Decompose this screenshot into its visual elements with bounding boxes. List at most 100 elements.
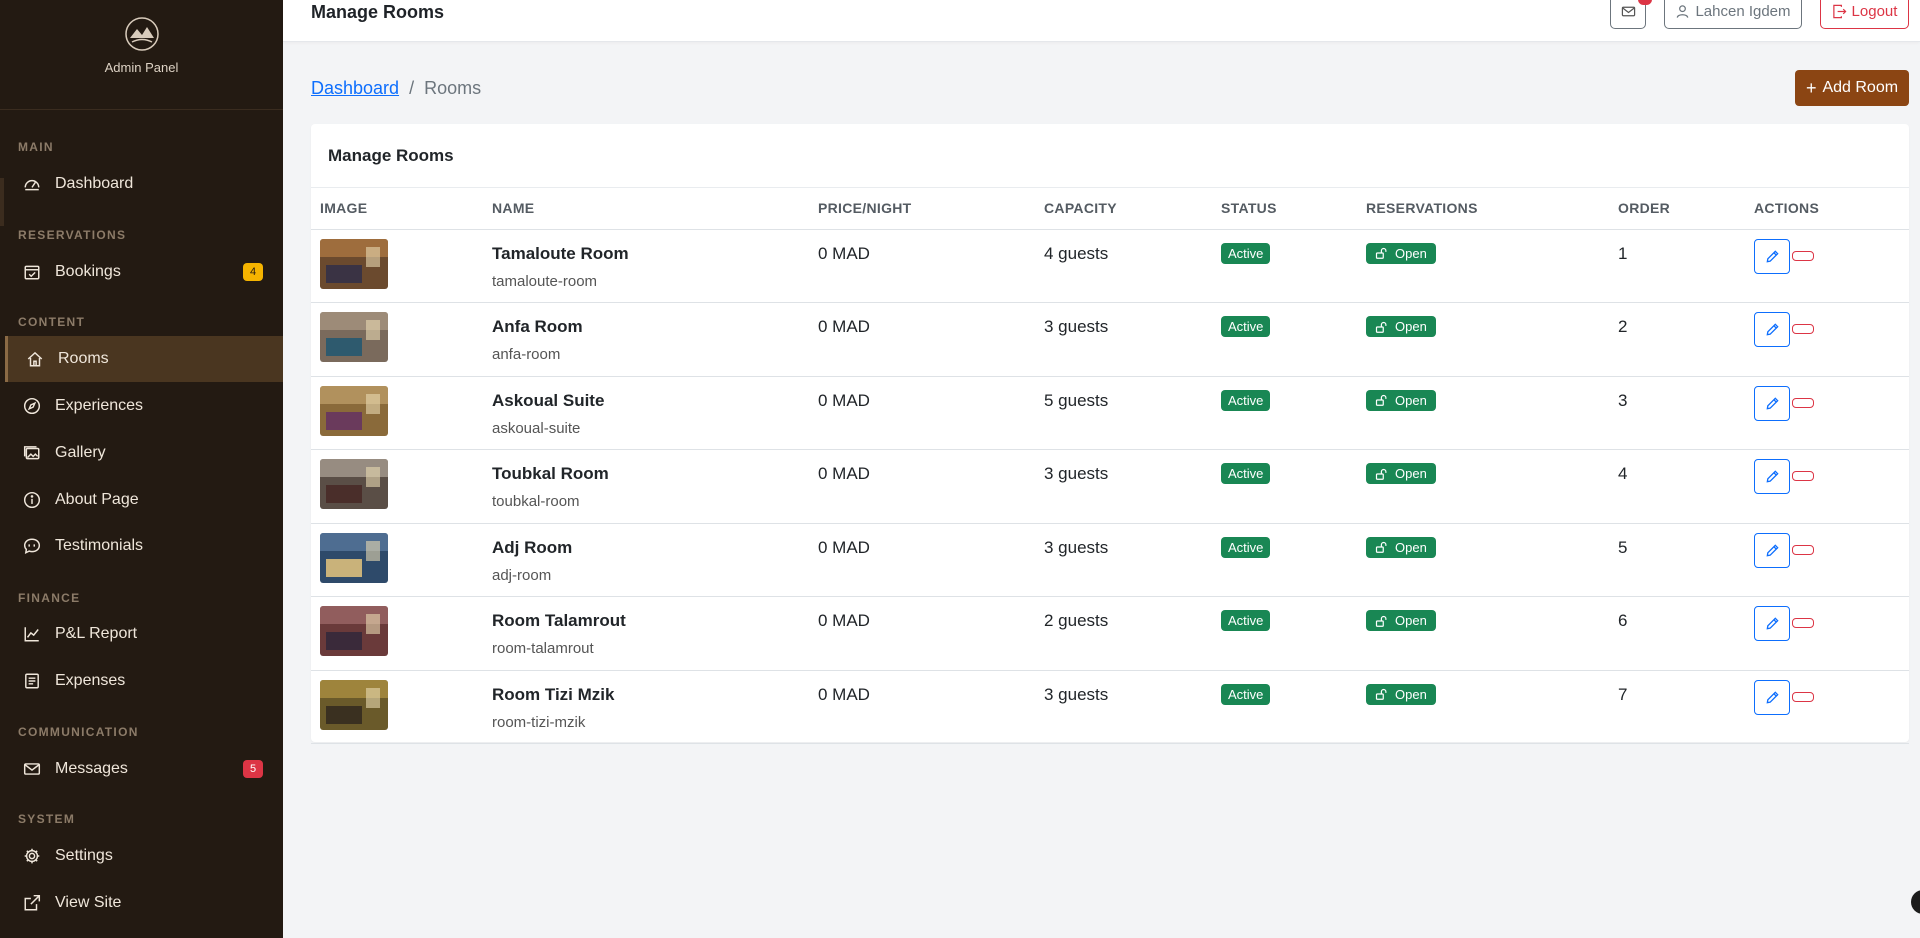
edit-room-button[interactable] [1754, 385, 1790, 421]
edit-room-button[interactable] [1754, 238, 1790, 274]
sidebar: Admin Panel MAIN Dashboard RESERVATIONS … [0, 0, 283, 938]
edit-room-button[interactable] [1754, 606, 1790, 641]
sidebar-item-dashboard[interactable]: Dashboard [5, 161, 283, 207]
room-name: Tamaloute Room [492, 243, 629, 263]
reservations-badge: Open [1366, 242, 1436, 264]
sidebar-item-gallery[interactable]: Gallery [5, 430, 283, 476]
delete-room-button[interactable] [1792, 324, 1814, 334]
name-cell: Tamaloute Room tamaloute-room [483, 229, 809, 303]
breadcrumb-dashboard-link[interactable]: Dashboard [311, 78, 399, 99]
logout-button[interactable]: Logout [1820, 0, 1909, 29]
add-room-button[interactable]: + Add Room [1795, 70, 1909, 106]
delete-room-button[interactable] [1792, 618, 1814, 628]
edit-room-button[interactable] [1754, 459, 1790, 494]
status-badge: Active [1221, 242, 1271, 264]
status-cell: Active [1212, 523, 1357, 597]
delete-room-button[interactable] [1792, 544, 1814, 555]
logout-label: Logout [1851, 3, 1898, 20]
delete-room-button[interactable] [1792, 471, 1814, 481]
house-icon [24, 348, 46, 370]
edit-room-button[interactable] [1754, 679, 1790, 715]
sidebar-item-rooms[interactable]: Rooms [5, 336, 283, 382]
page-title: Manage Rooms [311, 2, 445, 22]
sidebar-item-about[interactable]: About Page [5, 477, 283, 523]
order-cell: 1 [1609, 229, 1745, 303]
floating-widget-button[interactable] [1911, 890, 1920, 914]
actions-cell [1745, 302, 1909, 377]
order-cell: 5 [1609, 523, 1745, 597]
room-name: Toubkal Room [492, 464, 609, 483]
name-cell: Room Tizi Mzik room-tizi-mzik [483, 670, 809, 744]
sidebar-item-label: Testimonials [55, 537, 144, 554]
brand-logo-icon [124, 17, 159, 51]
column-header: RESERVATIONS [1357, 188, 1609, 230]
sidebar-item-messages[interactable]: Messages 5 [5, 746, 283, 792]
scroll-marker [0, 178, 4, 226]
person-icon [1677, 5, 1689, 18]
price-cell: 0 MAD [809, 523, 1035, 597]
sidebar-item-settings[interactable]: Settings [5, 833, 283, 879]
delete-room-button[interactable] [1792, 250, 1814, 261]
room-price: 0 MAD [818, 537, 870, 557]
sidebar-brand[interactable]: Admin Panel [0, 0, 283, 110]
room-thumbnail [320, 238, 388, 289]
section-finance: FINANCE [18, 591, 81, 605]
column-header: CAPACITY [1035, 188, 1212, 230]
room-capacity: 3 guests [1044, 464, 1109, 483]
reservations-badge: Open [1366, 316, 1436, 337]
edit-room-button[interactable] [1754, 532, 1790, 568]
order-cell: 3 [1609, 376, 1745, 450]
room-price: 0 MAD [818, 243, 870, 263]
edit-room-button[interactable] [1754, 312, 1790, 347]
rooms-table-body: Tamaloute Room tamaloute-room 0 MAD 4 gu… [311, 229, 1909, 744]
reservations-cell: Open [1357, 302, 1609, 377]
status-cell: Active [1212, 229, 1357, 303]
sidebar-item-pl-report[interactable]: P&L Report [5, 611, 283, 657]
table-row: Tamaloute Room tamaloute-room 0 MAD 4 gu… [311, 229, 1909, 303]
delete-room-button[interactable] [1792, 691, 1814, 702]
room-slug: tamaloute-room [492, 272, 598, 290]
sidebar-item-label: Settings [55, 847, 113, 864]
section-content: CONTENT [18, 315, 86, 329]
pencil-icon [1766, 323, 1779, 336]
sidebar-item-expenses[interactable]: Expenses [5, 658, 283, 704]
user-profile-button[interactable]: Lahcen Igdem [1664, 0, 1802, 29]
order-cell: 6 [1609, 596, 1745, 671]
room-slug: anfa-room [492, 346, 561, 363]
breadcrumb: Dashboard / Rooms [311, 78, 481, 99]
topbar: Manage Rooms Lahcen Igdem Logout [283, 0, 1920, 42]
status-badge: Active [1221, 610, 1271, 631]
actions-cell [1745, 523, 1909, 597]
graph-up-icon [21, 623, 43, 645]
status-cell: Active [1212, 302, 1357, 377]
room-capacity: 3 guests [1044, 537, 1109, 557]
sidebar-item-testimonials[interactable]: Testimonials [5, 523, 283, 569]
name-cell: Adj Room adj-room [483, 523, 809, 597]
room-capacity: 3 guests [1044, 684, 1109, 704]
sidebar-item-bookings[interactable]: Bookings 4 [5, 249, 283, 295]
reservations-cell: Open [1357, 523, 1609, 597]
speedometer-icon [21, 173, 43, 195]
table-header-row: IMAGE NAME PRICE/NIGHT CAPACITY STATUS R… [311, 188, 1909, 230]
add-room-label: Add Room [1822, 79, 1899, 96]
room-slug: room-talamrout [492, 640, 594, 657]
table-row: Room Tizi Mzik room-tizi-mzik 0 MAD 3 gu… [311, 670, 1909, 744]
price-cell: 0 MAD [809, 229, 1035, 303]
status-badge: Active [1221, 463, 1271, 484]
room-thumbnail [320, 459, 388, 509]
pencil-icon [1766, 396, 1779, 409]
sidebar-item-view-site[interactable]: View Site [5, 880, 283, 926]
order-cell: 4 [1609, 449, 1745, 524]
column-header: ACTIONS [1745, 188, 1909, 230]
room-order: 5 [1618, 537, 1628, 557]
actions-cell [1745, 670, 1909, 744]
delete-room-button[interactable] [1792, 397, 1814, 408]
reservations-label: Open [1395, 319, 1427, 334]
sidebar-item-experiences[interactable]: Experiences [5, 383, 283, 429]
name-cell: Anfa Room anfa-room [483, 302, 809, 377]
room-price: 0 MAD [818, 464, 870, 483]
reservations-badge: Open [1366, 683, 1436, 705]
room-price: 0 MAD [818, 390, 870, 410]
column-header: NAME [483, 188, 809, 230]
actions-cell [1745, 376, 1909, 450]
